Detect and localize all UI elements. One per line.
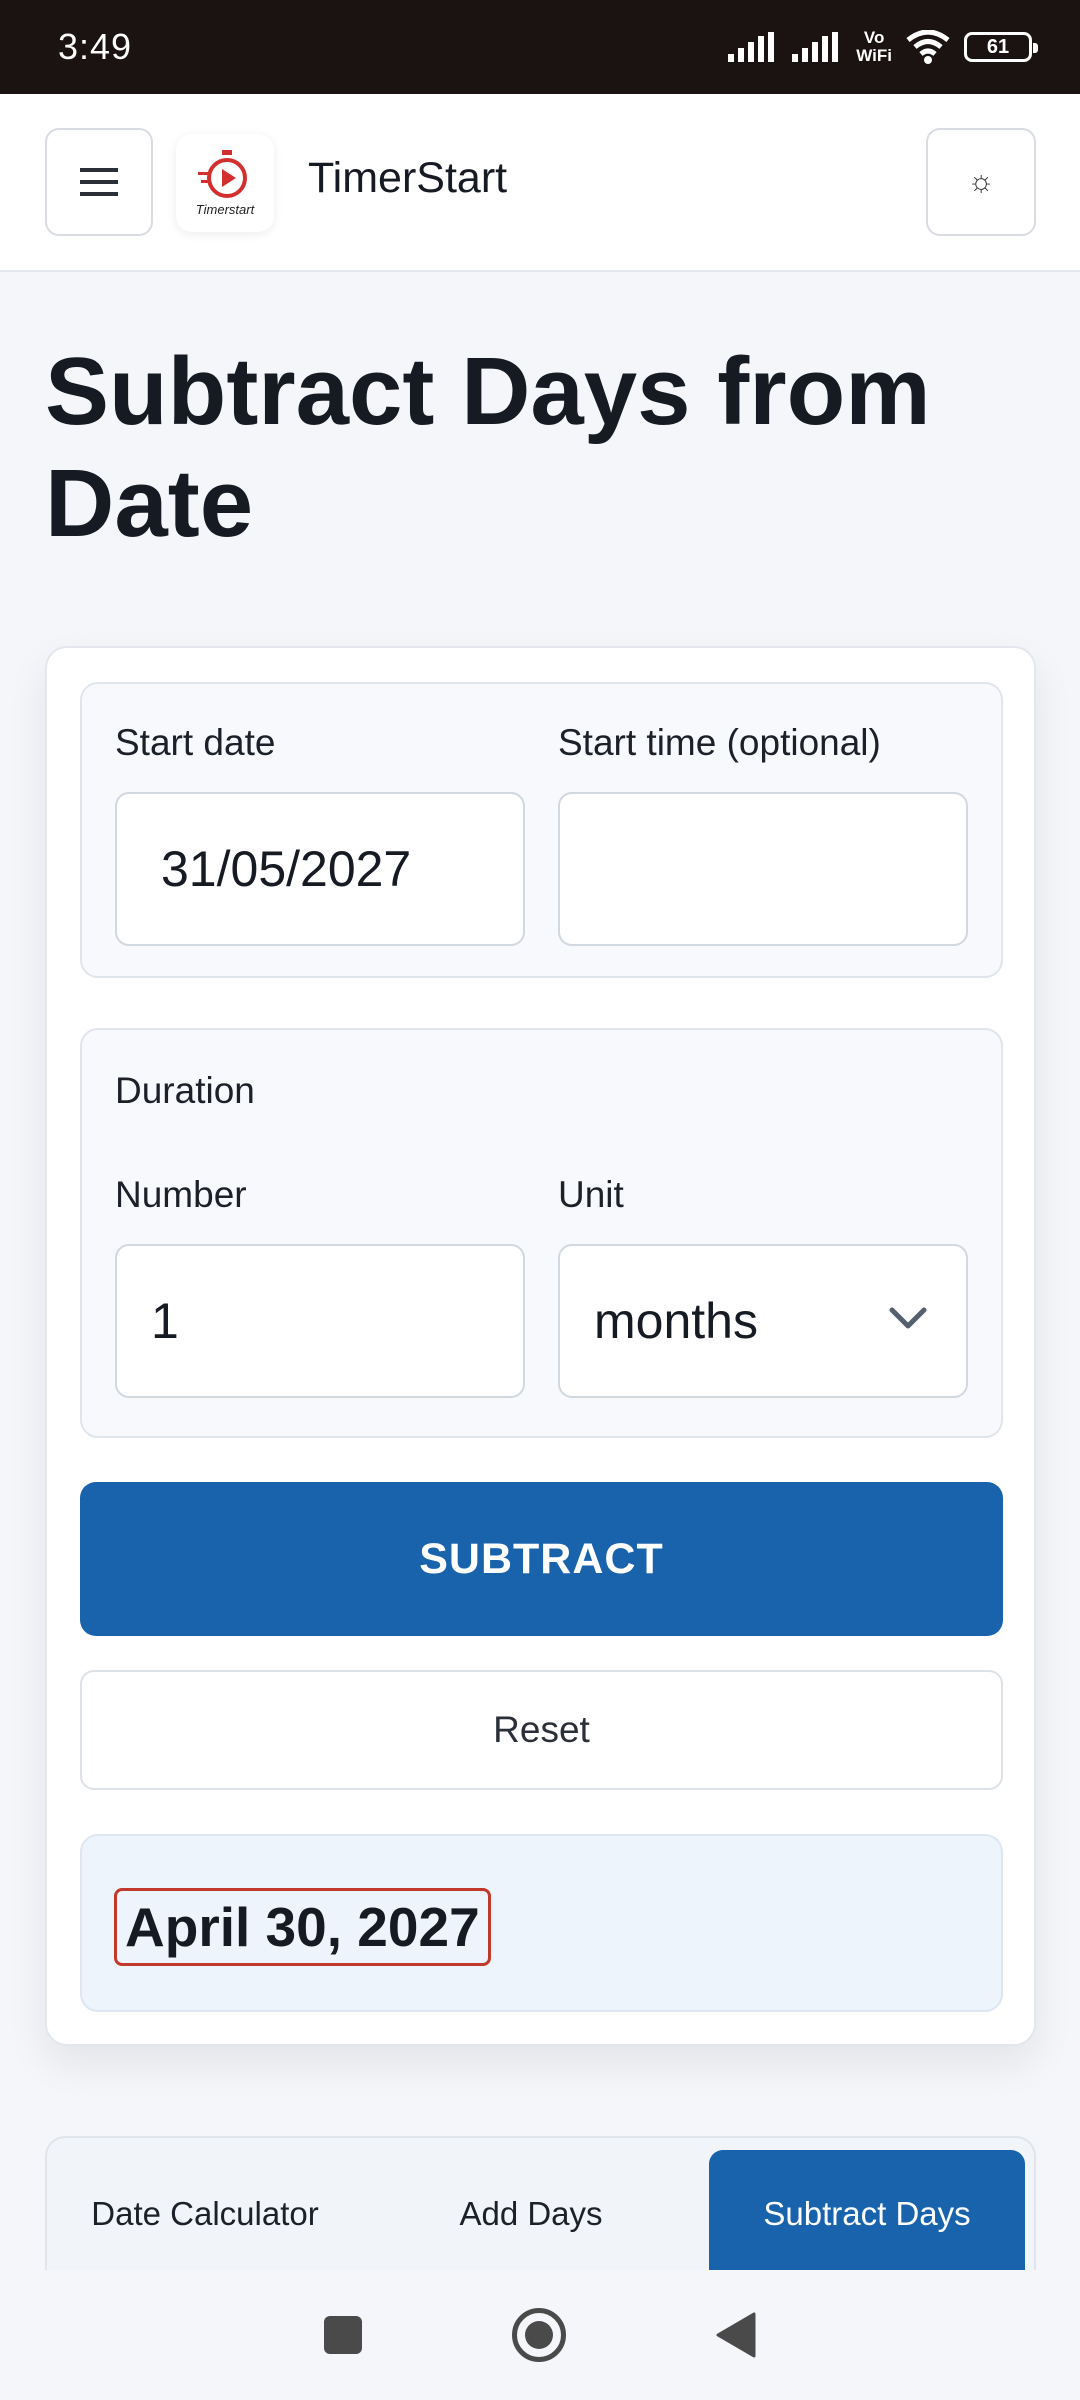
menu-button[interactable] — [45, 128, 153, 236]
sun-icon: ☼ — [967, 165, 995, 198]
unit-label: Unit — [558, 1174, 624, 1215]
duration-section: Duration Number 1 Unit months — [80, 1028, 1003, 1438]
brand-name: TimerStart — [308, 154, 508, 202]
duration-heading: Duration — [115, 1070, 255, 1111]
signal-icon — [728, 32, 775, 62]
unit-value: months — [594, 1293, 758, 1349]
calculator-card: Start date 31/05/2027 Start time (option… — [45, 646, 1036, 2046]
result-value: April 30, 2027 — [114, 1888, 491, 1966]
tab-date-calculator[interactable]: Date Calculator — [47, 2150, 363, 2276]
vowifi-icon: Vo WiFi — [856, 29, 892, 65]
start-section: Start date 31/05/2027 Start time (option… — [80, 682, 1003, 978]
tab-subtract-days[interactable]: Subtract Days — [709, 2150, 1025, 2276]
start-time-input[interactable] — [558, 792, 968, 946]
reset-button[interactable]: Reset — [80, 1670, 1003, 1790]
status-icons: Vo WiFi 61 — [728, 29, 1038, 65]
chevron-down-icon — [889, 1307, 927, 1329]
status-bar: 3:49 Vo WiFi 61 — [0, 0, 1080, 94]
subtract-button[interactable]: SUBTRACT — [80, 1482, 1003, 1636]
calculator-tabs: Date Calculator Add Days Subtract Days — [45, 2136, 1036, 2276]
unit-select[interactable]: months — [558, 1244, 968, 1398]
app-logo[interactable]: Timerstart — [176, 134, 274, 232]
back-icon[interactable] — [716, 2312, 756, 2358]
recents-icon[interactable] — [324, 2316, 362, 2354]
signal-icon — [792, 32, 839, 62]
battery-icon: 61 — [964, 32, 1038, 62]
number-input[interactable]: 1 — [115, 1244, 525, 1398]
start-date-label: Start date — [115, 722, 276, 763]
theme-toggle-button[interactable]: ☼ — [926, 128, 1036, 236]
logo-text: Timerstart — [195, 201, 255, 217]
wifi-icon — [906, 30, 950, 64]
tab-add-days[interactable]: Add Days — [373, 2150, 689, 2276]
number-label: Number — [115, 1174, 247, 1215]
start-date-value: 31/05/2027 — [161, 841, 412, 897]
start-time-label: Start time (optional) — [558, 722, 881, 763]
start-date-input[interactable]: 31/05/2027 — [115, 792, 525, 946]
home-dot — [525, 2321, 553, 2349]
battery-level: 61 — [986, 35, 1010, 58]
status-time: 3:49 — [58, 26, 133, 67]
app-header: Timerstart TimerStart ☼ — [0, 94, 1080, 272]
result-box: April 30, 2027 — [80, 1834, 1003, 2012]
hamburger-icon — [80, 168, 118, 196]
system-nav-bar — [0, 2270, 1080, 2400]
vowifi-top: Vo — [863, 28, 885, 47]
vowifi-bottom: WiFi — [856, 46, 892, 65]
home-icon[interactable] — [512, 2308, 566, 2362]
number-value: 1 — [151, 1293, 179, 1349]
stopwatch-play-icon — [198, 149, 247, 198]
page-title: Subtract Days from Date — [45, 338, 931, 557]
